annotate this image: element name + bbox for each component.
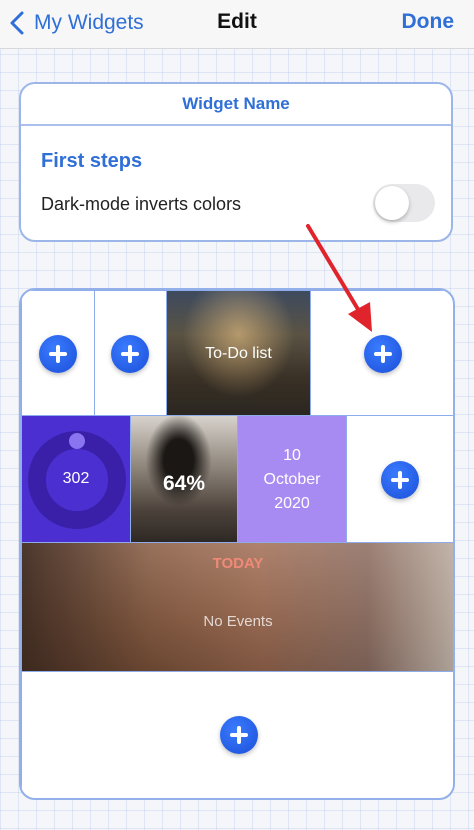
plus-icon[interactable] bbox=[364, 335, 402, 373]
date-widget[interactable]: 10 October 2020 bbox=[237, 415, 347, 543]
section-title: First steps bbox=[41, 150, 143, 172]
counter-widget[interactable]: 302 bbox=[21, 415, 131, 543]
percent-value: 64% bbox=[162, 472, 206, 495]
done-button[interactable]: Done bbox=[402, 10, 455, 34]
percent-widget[interactable]: 64% bbox=[130, 415, 238, 543]
empty-slot[interactable] bbox=[21, 290, 95, 416]
counter-value: 302 bbox=[62, 470, 90, 487]
todo-widget[interactable]: To-Do list bbox=[166, 290, 311, 416]
widget-name-field[interactable]: Widget Name bbox=[21, 84, 451, 126]
plus-icon[interactable] bbox=[220, 716, 258, 754]
back-button[interactable]: My Widgets bbox=[8, 8, 144, 38]
dark-mode-label: Dark-mode inverts colors bbox=[41, 194, 242, 214]
todo-label: To-Do list bbox=[205, 345, 272, 362]
empty-slot[interactable] bbox=[346, 415, 453, 543]
plus-icon[interactable] bbox=[111, 335, 149, 373]
plus-icon[interactable] bbox=[39, 335, 77, 373]
empty-slot[interactable] bbox=[21, 671, 453, 798]
calendar-title: TODAY bbox=[212, 555, 264, 572]
calendar-empty-text: No Events bbox=[203, 613, 273, 630]
empty-slot[interactable] bbox=[94, 290, 167, 416]
toggle-knob bbox=[375, 186, 409, 220]
date-year: 2020 bbox=[274, 495, 310, 512]
calendar-widget[interactable]: TODAY No Events bbox=[21, 542, 453, 672]
chevron-left-icon bbox=[10, 11, 24, 35]
navigation-bar: My Widgets Edit Done bbox=[0, 0, 474, 49]
date-month: October bbox=[263, 471, 321, 488]
settings-card: Widget Name First steps Dark-mode invert… bbox=[19, 82, 453, 242]
arrow-icon bbox=[306, 224, 372, 332]
back-label: My Widgets bbox=[34, 11, 144, 34]
plus-icon[interactable] bbox=[381, 461, 419, 499]
date-day: 10 bbox=[283, 447, 301, 464]
widget-grid: To-Do list 302 64% 10 October 2020 TODAY… bbox=[19, 288, 455, 800]
